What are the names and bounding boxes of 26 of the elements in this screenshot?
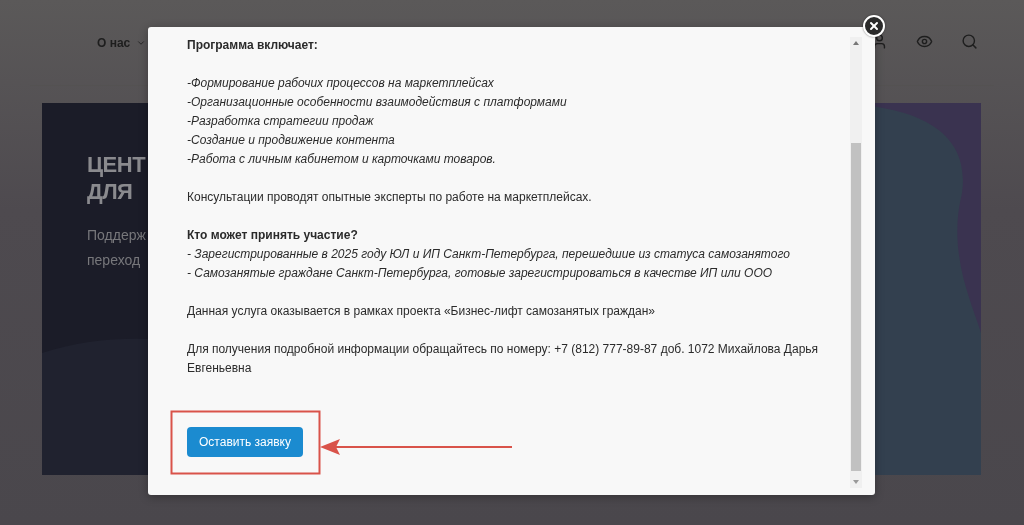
nav-menu-link[interactable]: О нас <box>97 35 147 50</box>
hero-title: ДЛЯ <box>87 178 133 205</box>
list-item: -Формирование рабочих процессов на маркетплейсах <box>187 75 495 92</box>
section-heading: Программа включает: <box>187 37 319 54</box>
section-heading: Кто может принять участие? <box>187 227 359 244</box>
list-item: - Самозанятые граждане Санкт-Петербурга, готовые зарегистрироваться в качестве ИП или ООО <box>187 265 774 282</box>
close-button[interactable] <box>863 15 885 37</box>
search-icon[interactable] <box>961 33 978 50</box>
close-icon <box>868 20 880 32</box>
apply-button[interactable]: Оставить заявку <box>187 427 303 457</box>
paragraph: Консультации проводят опытные эксперты по работе на маркетплейсах. <box>187 189 593 206</box>
hero-subtitle: Поддерж <box>87 226 146 245</box>
hero-title: ЦЕНТ <box>87 151 146 178</box>
list-item: -Создание и продвижение контента <box>187 132 396 149</box>
paragraph: Данная услуга оказывается в рамках проекта «Бизнес-лифт самозанятых граждан» <box>187 303 657 320</box>
list-item: -Организационные особенности взаимодействия с платформами <box>187 94 568 111</box>
eye-icon[interactable] <box>916 33 933 50</box>
paragraph: Для получения подробной информации обращайтесь по номеру: +7 (812) 777-89-87 доб. 1072 Михайлова Дарья Евгеньевна <box>187 341 820 377</box>
scroll-down-icon[interactable] <box>853 480 859 484</box>
scroll-up-icon[interactable] <box>853 41 859 45</box>
list-item: - Зарегистрированные в 2025 году ЮЛ и ИП Санкт-Петербурга, перешедшие из статуса самозанятого <box>187 246 791 263</box>
hero-subtitle: переход <box>87 251 141 270</box>
list-item: -Разработка стратегии продаж <box>187 113 375 130</box>
scrollbar[interactable] <box>850 37 862 488</box>
list-item: -Работа с личным кабинетом и карточками товаров. <box>187 151 497 168</box>
scrollbar-thumb[interactable] <box>851 143 861 471</box>
